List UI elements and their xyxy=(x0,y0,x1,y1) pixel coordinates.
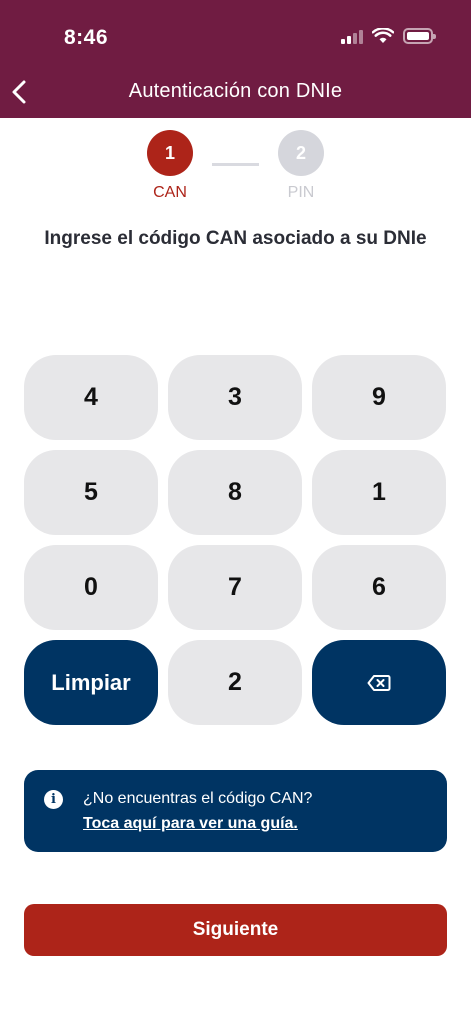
info-icon: i xyxy=(44,790,63,809)
cellular-signal-icon xyxy=(341,28,363,44)
step-can: 1 CAN xyxy=(135,130,205,202)
app-header: 8:46 Autenticación con DNIe xyxy=(0,0,471,118)
key-6[interactable]: 6 xyxy=(312,545,446,630)
step-number: 2 xyxy=(278,130,324,176)
status-time: 8:46 xyxy=(64,26,109,49)
step-label: CAN xyxy=(153,184,187,201)
key-7[interactable]: 7 xyxy=(168,545,302,630)
backspace-icon xyxy=(367,674,391,691)
step-connector xyxy=(212,163,259,166)
key-3[interactable]: 3 xyxy=(168,355,302,440)
key-0[interactable]: 0 xyxy=(24,545,158,630)
page-title: Autenticación con DNIe xyxy=(128,80,343,102)
key-2[interactable]: 2 xyxy=(168,640,302,725)
next-button[interactable]: Siguiente xyxy=(24,904,447,956)
numeric-keypad: 4 3 9 5 8 1 0 7 6 Limpiar 2 xyxy=(24,355,447,725)
status-icons xyxy=(341,28,436,44)
instruction-text: Ingrese el código CAN asociado a su DNIe xyxy=(44,228,427,249)
key-1[interactable]: 1 xyxy=(312,450,446,535)
key-5[interactable]: 5 xyxy=(24,450,158,535)
step-number: 1 xyxy=(147,130,193,176)
key-4[interactable]: 4 xyxy=(24,355,158,440)
key-8[interactable]: 8 xyxy=(168,450,302,535)
key-9[interactable]: 9 xyxy=(312,355,446,440)
clear-button[interactable]: Limpiar xyxy=(24,640,158,725)
battery-icon xyxy=(403,28,436,44)
step-label: PIN xyxy=(287,184,315,201)
help-question: ¿No encuentras el código CAN? xyxy=(83,790,313,807)
can-help-banner: i ¿No encuentras el código CAN? Toca aqu… xyxy=(24,770,447,852)
help-guide-link[interactable]: Toca aquí para ver una guía. xyxy=(83,815,298,833)
wifi-icon xyxy=(372,28,394,43)
progress-stepper: 1 CAN 2 PIN xyxy=(0,130,471,205)
step-pin: 2 PIN xyxy=(266,130,336,202)
backspace-button[interactable] xyxy=(312,640,446,725)
